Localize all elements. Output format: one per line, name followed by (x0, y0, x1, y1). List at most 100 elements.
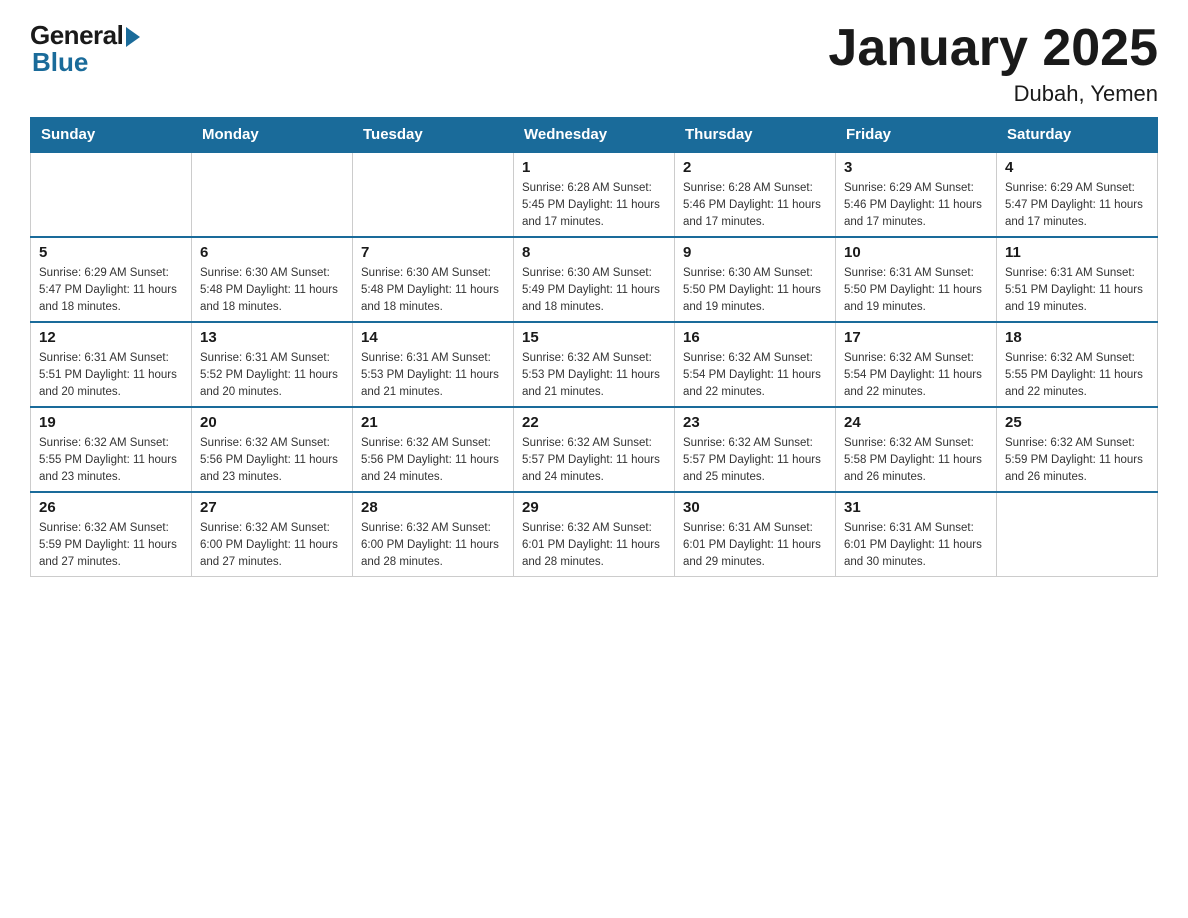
column-header-saturday: Saturday (997, 118, 1158, 153)
day-number: 3 (844, 159, 988, 176)
day-info: Sunrise: 6:32 AM Sunset: 5:56 PM Dayligh… (200, 435, 344, 485)
header-row: SundayMondayTuesdayWednesdayThursdayFrid… (31, 118, 1158, 153)
calendar-cell: 7 Sunrise: 6:30 AM Sunset: 5:48 PM Daylig… (353, 237, 514, 322)
day-info: Sunrise: 6:31 AM Sunset: 5:51 PM Dayligh… (1005, 265, 1149, 315)
calendar-cell: 24 Sunrise: 6:32 AM Sunset: 5:58 PM Dayli… (836, 407, 997, 492)
day-info: Sunrise: 6:31 AM Sunset: 5:52 PM Dayligh… (200, 350, 344, 400)
calendar-cell: 23 Sunrise: 6:32 AM Sunset: 5:57 PM Dayli… (675, 407, 836, 492)
day-info: Sunrise: 6:32 AM Sunset: 5:57 PM Dayligh… (522, 435, 666, 485)
calendar-cell: 14Sunrise: 6:31 AM Sunset: 5:53 PM Dayli… (353, 322, 514, 407)
day-info: Sunrise: 6:32 AM Sunset: 5:54 PM Dayligh… (683, 350, 827, 400)
day-number: 7 (361, 244, 505, 261)
column-header-friday: Friday (836, 118, 997, 153)
day-info: Sunrise: 6:32 AM Sunset: 5:53 PM Dayligh… (522, 350, 666, 400)
day-info: Sunrise: 6:32 AM Sunset: 6:00 PM Dayligh… (200, 520, 344, 570)
day-number: 22 (522, 414, 666, 431)
calendar-cell (192, 152, 353, 237)
column-header-sunday: Sunday (31, 118, 192, 153)
day-number: 30 (683, 499, 827, 516)
day-info: Sunrise: 6:32 AM Sunset: 5:59 PM Dayligh… (1005, 435, 1149, 485)
calendar-cell: 22 Sunrise: 6:32 AM Sunset: 5:57 PM Dayli… (514, 407, 675, 492)
day-info: Sunrise: 6:32 AM Sunset: 6:01 PM Dayligh… (522, 520, 666, 570)
day-info: Sunrise: 6:28 AM Sunset: 5:46 PM Dayligh… (683, 180, 827, 230)
calendar-cell: 20 Sunrise: 6:32 AM Sunset: 5:56 PM Dayli… (192, 407, 353, 492)
day-info: Sunrise: 6:30 AM Sunset: 5:48 PM Dayligh… (361, 265, 505, 315)
calendar-table: SundayMondayTuesdayWednesdayThursdayFrid… (30, 117, 1158, 577)
page-header: General Blue January 2025 Dubah, Yemen (30, 20, 1158, 107)
calendar-cell: 16 Sunrise: 6:32 AM Sunset: 5:54 PM Dayli… (675, 322, 836, 407)
logo: General Blue (30, 20, 140, 78)
calendar-cell: 18 Sunrise: 6:32 AM Sunset: 5:55 PM Dayli… (997, 322, 1158, 407)
calendar-cell: 10 Sunrise: 6:31 AM Sunset: 5:50 PM Dayli… (836, 237, 997, 322)
calendar-cell: 11 Sunrise: 6:31 AM Sunset: 5:51 PM Dayli… (997, 237, 1158, 322)
week-row-2: 5 Sunrise: 6:29 AM Sunset: 5:47 PM Daylig… (31, 237, 1158, 322)
day-info: Sunrise: 6:31 AM Sunset: 5:51 PM Dayligh… (39, 350, 183, 400)
day-number: 19 (39, 414, 183, 431)
day-number: 15 (522, 329, 666, 346)
day-number: 1 (522, 159, 666, 176)
calendar-cell: 30 Sunrise: 6:31 AM Sunset: 6:01 PM Dayli… (675, 492, 836, 577)
calendar-cell: 19 Sunrise: 6:32 AM Sunset: 5:55 PM Dayli… (31, 407, 192, 492)
day-info: Sunrise: 6:32 AM Sunset: 5:55 PM Dayligh… (39, 435, 183, 485)
day-number: 27 (200, 499, 344, 516)
logo-blue-text: Blue (30, 47, 88, 78)
calendar-cell: 17 Sunrise: 6:32 AM Sunset: 5:54 PM Dayli… (836, 322, 997, 407)
column-header-wednesday: Wednesday (514, 118, 675, 153)
day-number: 10 (844, 244, 988, 261)
day-number: 31 (844, 499, 988, 516)
day-number: 24 (844, 414, 988, 431)
calendar-cell: 26Sunrise: 6:32 AM Sunset: 5:59 PM Dayli… (31, 492, 192, 577)
day-number: 23 (683, 414, 827, 431)
day-number: 16 (683, 329, 827, 346)
day-info: Sunrise: 6:30 AM Sunset: 5:50 PM Dayligh… (683, 265, 827, 315)
column-header-tuesday: Tuesday (353, 118, 514, 153)
day-info: Sunrise: 6:29 AM Sunset: 5:47 PM Dayligh… (39, 265, 183, 315)
day-info: Sunrise: 6:32 AM Sunset: 5:57 PM Dayligh… (683, 435, 827, 485)
calendar-cell: 1 Sunrise: 6:28 AM Sunset: 5:45 PM Daylig… (514, 152, 675, 237)
calendar-cell: 29 Sunrise: 6:32 AM Sunset: 6:01 PM Dayli… (514, 492, 675, 577)
day-info: Sunrise: 6:32 AM Sunset: 5:56 PM Dayligh… (361, 435, 505, 485)
calendar-cell: 8Sunrise: 6:30 AM Sunset: 5:49 PM Daylig… (514, 237, 675, 322)
day-number: 21 (361, 414, 505, 431)
day-number: 20 (200, 414, 344, 431)
calendar-cell: 15 Sunrise: 6:32 AM Sunset: 5:53 PM Dayli… (514, 322, 675, 407)
day-number: 6 (200, 244, 344, 261)
day-info: Sunrise: 6:32 AM Sunset: 5:54 PM Dayligh… (844, 350, 988, 400)
calendar-cell: 5 Sunrise: 6:29 AM Sunset: 5:47 PM Daylig… (31, 237, 192, 322)
calendar-cell: 27 Sunrise: 6:32 AM Sunset: 6:00 PM Dayli… (192, 492, 353, 577)
calendar-cell: 9Sunrise: 6:30 AM Sunset: 5:50 PM Daylig… (675, 237, 836, 322)
day-number: 29 (522, 499, 666, 516)
day-number: 11 (1005, 244, 1149, 261)
day-info: Sunrise: 6:30 AM Sunset: 5:48 PM Dayligh… (200, 265, 344, 315)
calendar-cell: 3 Sunrise: 6:29 AM Sunset: 5:46 PM Daylig… (836, 152, 997, 237)
day-number: 4 (1005, 159, 1149, 176)
day-info: Sunrise: 6:31 AM Sunset: 6:01 PM Dayligh… (683, 520, 827, 570)
logo-triangle-icon (126, 27, 140, 47)
day-info: Sunrise: 6:32 AM Sunset: 6:00 PM Dayligh… (361, 520, 505, 570)
calendar-cell: 31 Sunrise: 6:31 AM Sunset: 6:01 PM Dayli… (836, 492, 997, 577)
day-number: 25 (1005, 414, 1149, 431)
day-info: Sunrise: 6:31 AM Sunset: 6:01 PM Dayligh… (844, 520, 988, 570)
day-info: Sunrise: 6:29 AM Sunset: 5:46 PM Dayligh… (844, 180, 988, 230)
day-number: 12 (39, 329, 183, 346)
calendar-cell: 12 Sunrise: 6:31 AM Sunset: 5:51 PM Dayli… (31, 322, 192, 407)
column-header-thursday: Thursday (675, 118, 836, 153)
week-row-5: 26Sunrise: 6:32 AM Sunset: 5:59 PM Dayli… (31, 492, 1158, 577)
calendar-title: January 2025 (828, 20, 1158, 77)
day-info: Sunrise: 6:28 AM Sunset: 5:45 PM Dayligh… (522, 180, 666, 230)
day-number: 17 (844, 329, 988, 346)
calendar-cell (353, 152, 514, 237)
calendar-cell: 2Sunrise: 6:28 AM Sunset: 5:46 PM Daylig… (675, 152, 836, 237)
title-area: January 2025 Dubah, Yemen (828, 20, 1158, 107)
day-info: Sunrise: 6:32 AM Sunset: 5:55 PM Dayligh… (1005, 350, 1149, 400)
day-number: 26 (39, 499, 183, 516)
week-row-4: 19 Sunrise: 6:32 AM Sunset: 5:55 PM Dayli… (31, 407, 1158, 492)
day-number: 5 (39, 244, 183, 261)
day-info: Sunrise: 6:32 AM Sunset: 5:58 PM Dayligh… (844, 435, 988, 485)
calendar-cell: 21 Sunrise: 6:32 AM Sunset: 5:56 PM Dayli… (353, 407, 514, 492)
week-row-1: 1 Sunrise: 6:28 AM Sunset: 5:45 PM Daylig… (31, 152, 1158, 237)
day-info: Sunrise: 6:31 AM Sunset: 5:50 PM Dayligh… (844, 265, 988, 315)
day-info: Sunrise: 6:31 AM Sunset: 5:53 PM Dayligh… (361, 350, 505, 400)
calendar-cell (997, 492, 1158, 577)
day-number: 18 (1005, 329, 1149, 346)
